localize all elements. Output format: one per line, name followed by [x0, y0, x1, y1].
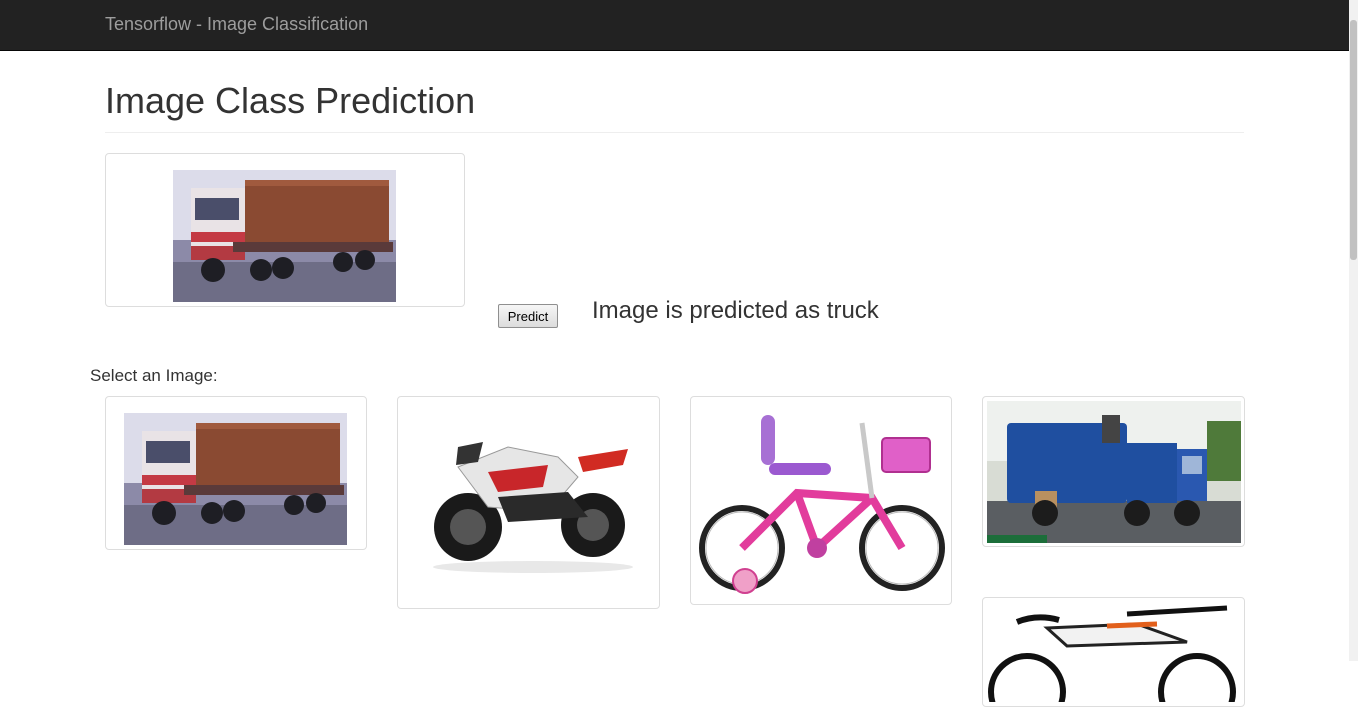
- preview-truck-image: [173, 170, 396, 302]
- truck-image[interactable]: [124, 413, 347, 545]
- motorcycle-image[interactable]: [428, 427, 638, 577]
- gallery-item-truck[interactable]: [105, 396, 367, 550]
- mountain-bike-image[interactable]: [987, 602, 1241, 702]
- prediction-result: Image is predicted as truck: [592, 297, 879, 324]
- garbage-truck-image[interactable]: [987, 401, 1241, 543]
- preview-image-frame: [105, 153, 465, 307]
- navbar: Tensorflow - Image Classification: [0, 0, 1349, 51]
- gallery-item-motorcycle[interactable]: [397, 396, 660, 609]
- vertical-scrollbar[interactable]: [1349, 0, 1358, 661]
- navbar-brand[interactable]: Tensorflow - Image Classification: [105, 14, 368, 35]
- pink-bicycle-image[interactable]: [697, 403, 947, 598]
- predict-button[interactable]: Predict: [498, 304, 558, 328]
- gallery-item-garbage-truck[interactable]: [982, 396, 1245, 547]
- select-image-label: Select an Image:: [90, 366, 218, 385]
- gallery-item-mountain-bike[interactable]: [982, 597, 1245, 707]
- gallery-item-pink-bicycle[interactable]: [690, 396, 952, 605]
- page-title: Image Class Prediction: [105, 80, 476, 121]
- title-divider: [105, 132, 1244, 133]
- scrollbar-thumb[interactable]: [1350, 20, 1357, 260]
